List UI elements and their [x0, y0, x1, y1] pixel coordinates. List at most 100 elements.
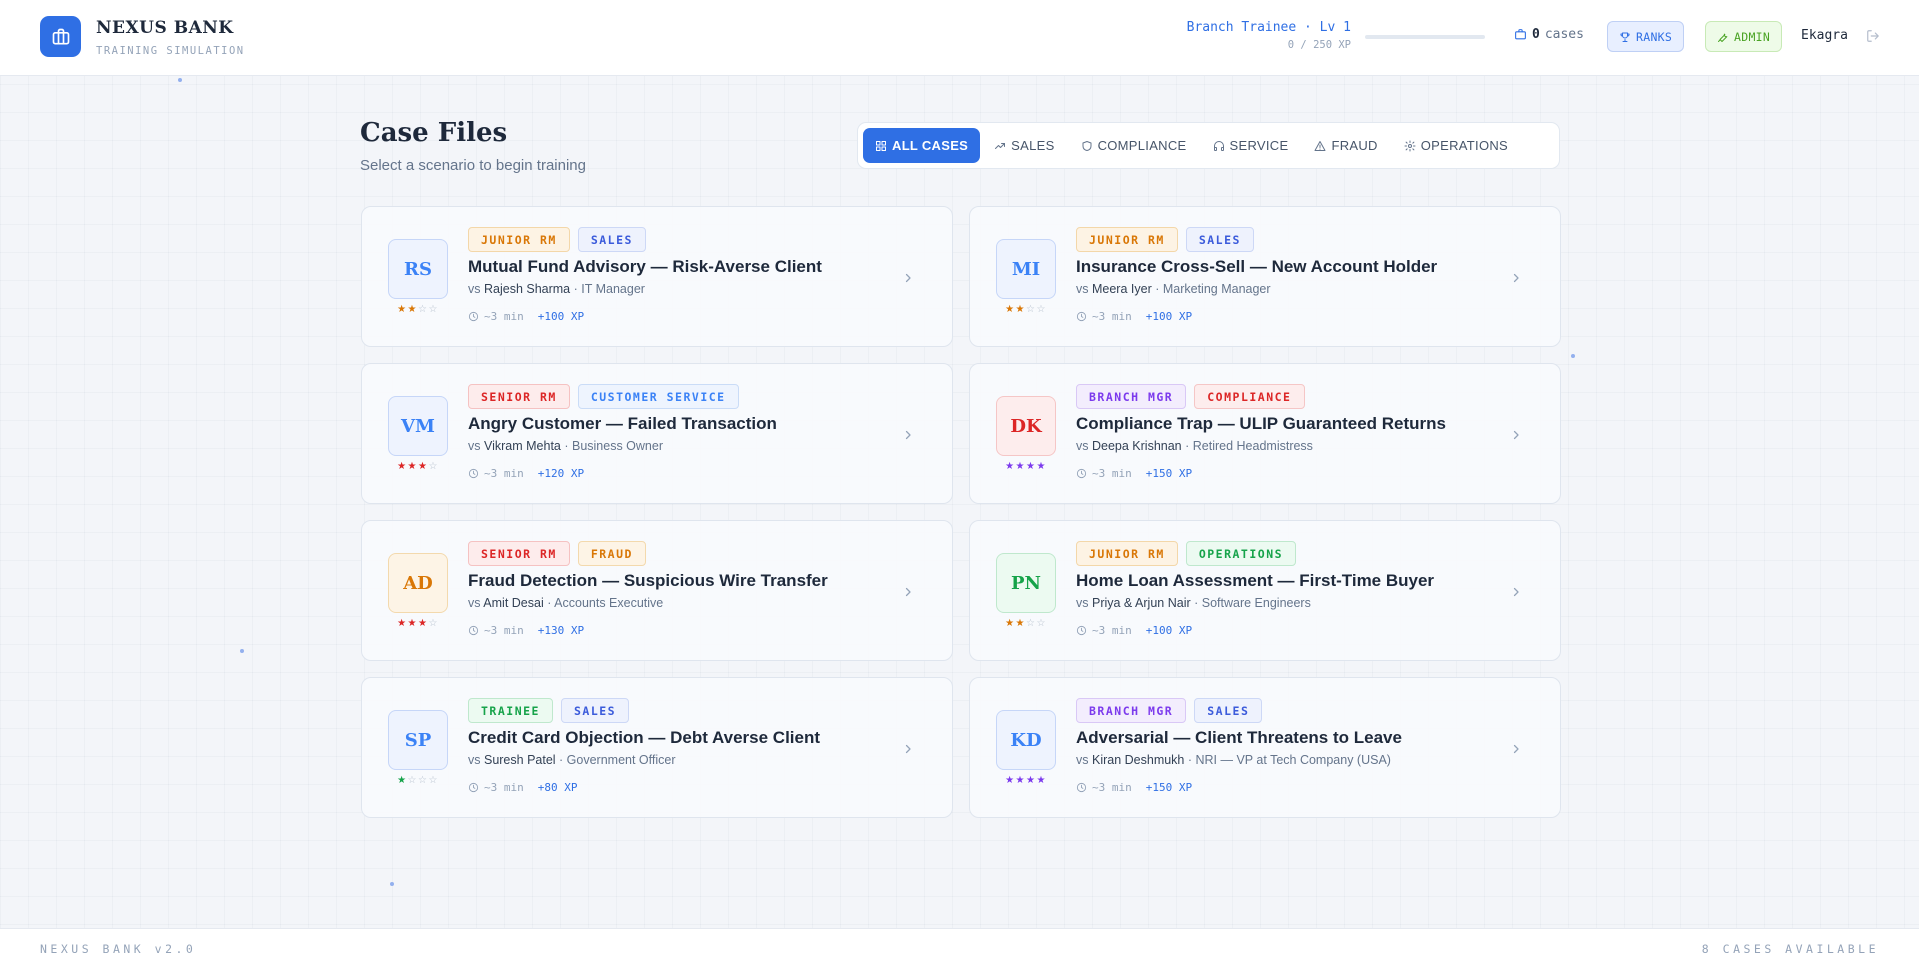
vs-label: vs	[1076, 596, 1089, 610]
duration: ~3 min	[1076, 467, 1132, 480]
ranks-button[interactable]: RANKS	[1607, 21, 1685, 52]
filter-tab-compliance[interactable]: COMPLIANCE	[1069, 128, 1199, 163]
case-card[interactable]: VM ★★★☆ SENIOR RM CUSTOMER SERVICE Angry Cus…	[361, 363, 953, 504]
client-role: · Business Owner	[560, 439, 663, 453]
admin-button[interactable]: ADMIN	[1705, 21, 1783, 52]
logout-icon[interactable]	[1866, 29, 1880, 48]
duration-label: ~3 min	[1092, 467, 1132, 480]
star-empty-icon: ☆	[1026, 618, 1037, 629]
client-role: · Accounts Executive	[543, 596, 664, 610]
difficulty-stars: ★★★★	[996, 461, 1056, 472]
case-title: Adversarial — Client Threatens to Leave	[1076, 728, 1402, 747]
client-name: Priya & Arjun Nair	[1091, 596, 1191, 610]
level-badge: JUNIOR RM	[468, 227, 570, 252]
case-card[interactable]: RS ★★☆☆ JUNIOR RM SALES Mutual Fund Advisory…	[361, 206, 953, 347]
category-badge: SALES	[1185, 227, 1254, 252]
star-filled-icon: ★	[1005, 304, 1016, 315]
trophy-icon	[1620, 32, 1630, 42]
client-name: Meera Iyer	[1091, 282, 1152, 296]
duration-label: ~3 min	[1092, 624, 1132, 637]
client-avatar: VM	[388, 396, 448, 456]
star-filled-icon: ★	[397, 304, 408, 315]
top-header: NEXUS BANK TRAINING SIMULATION Branch Tr…	[0, 0, 1919, 76]
filter-tab-sales[interactable]: SALES	[982, 128, 1066, 163]
xp-reward: +100 XP	[537, 310, 585, 323]
clock-icon	[1076, 782, 1087, 793]
case-card[interactable]: PN ★★☆☆ JUNIOR RM OPERATIONS Home Loan Asses…	[969, 520, 1561, 661]
xp-reward: +80 XP	[537, 781, 578, 794]
page-title: Case Files	[360, 118, 508, 148]
star-filled-icon: ★	[397, 461, 408, 472]
chevron-right-icon	[1510, 428, 1522, 446]
client-info: vs Amit Desai · Accounts Executive	[468, 596, 663, 610]
chevron-right-icon	[1510, 585, 1522, 603]
client-role: · IT Manager	[570, 282, 645, 296]
category-badge: FRAUD	[577, 541, 646, 566]
card-badges: BRANCH MGR COMPLIANCE	[1076, 384, 1305, 409]
difficulty-stars: ★☆☆☆	[388, 775, 448, 786]
duration: ~3 min	[1076, 781, 1132, 794]
level-badge: SENIOR RM	[468, 541, 570, 566]
star-filled-icon: ★	[1015, 775, 1026, 786]
client-role: · Marketing Manager	[1151, 282, 1271, 296]
star-empty-icon: ☆	[1026, 304, 1037, 315]
star-empty-icon: ☆	[418, 775, 429, 786]
filter-tab-operations[interactable]: OPERATIONS	[1392, 128, 1520, 163]
level-badge: JUNIOR RM	[1076, 541, 1178, 566]
filter-tab-all-cases[interactable]: ALL CASES	[863, 128, 981, 163]
rank-title: Branch Trainee · Lv 1	[1186, 20, 1351, 35]
star-filled-icon: ★	[1005, 618, 1016, 629]
clock-icon	[1076, 625, 1087, 636]
case-card[interactable]: AD ★★★☆ SENIOR RM FRAUD Fraud Detection — Su…	[361, 520, 953, 661]
vs-label: vs	[468, 596, 481, 610]
case-card[interactable]: DK ★★★★ BRANCH MGR COMPLIANCE Compliance Tra…	[969, 363, 1561, 504]
duration: ~3 min	[1076, 310, 1132, 323]
duration-label: ~3 min	[484, 467, 524, 480]
case-card[interactable]: SP ★☆☆☆ TRAINEE SALES Credit Card Objection …	[361, 677, 953, 818]
chevron-right-icon	[902, 271, 914, 289]
particle-dot	[390, 882, 394, 886]
category-filter-bar: ALL CASES SALES COMPLIANCE SERVICE FRAUD OPER…	[857, 122, 1560, 169]
client-name: Suresh Patel	[483, 753, 556, 767]
case-card[interactable]: KD ★★★★ BRANCH MGR SALES Adversarial — Clien…	[969, 677, 1561, 818]
category-badge: COMPLIANCE	[1194, 384, 1305, 409]
cases-count-label: cases	[1544, 27, 1584, 42]
clock-icon	[468, 782, 479, 793]
card-badges: SENIOR RM FRAUD	[468, 541, 646, 566]
duration-label: ~3 min	[484, 624, 524, 637]
difficulty-stars: ★★★☆	[388, 618, 448, 629]
star-filled-icon: ★	[1026, 775, 1037, 786]
xp-progress-bar	[1365, 35, 1485, 39]
filter-tab-label: FRAUD	[1331, 138, 1378, 153]
vs-label: vs	[468, 439, 481, 453]
client-name: Amit Desai	[483, 596, 544, 610]
chevron-right-icon	[902, 742, 914, 760]
client-avatar: SP	[388, 710, 448, 770]
case-meta: ~3 min +100 XP	[1076, 624, 1192, 637]
xp-reward: +100 XP	[1145, 310, 1193, 323]
case-card[interactable]: MI ★★☆☆ JUNIOR RM SALES Insurance Cross-Sell…	[969, 206, 1561, 347]
client-avatar: DK	[996, 396, 1056, 456]
client-name: Kiran Deshmukh	[1091, 753, 1185, 767]
clock-icon	[1076, 468, 1087, 479]
category-badge: SALES	[577, 227, 646, 252]
brand-title: NEXUS BANK	[96, 18, 234, 38]
vs-label: vs	[1076, 439, 1089, 453]
difficulty-stars: ★★★☆	[388, 461, 448, 472]
admin-label: ADMIN	[1734, 29, 1771, 44]
vs-label: vs	[468, 282, 481, 296]
chevron-right-icon	[902, 428, 914, 446]
star-filled-icon: ★	[418, 618, 429, 629]
filter-tab-service[interactable]: SERVICE	[1201, 128, 1301, 163]
level-badge: TRAINEE	[468, 698, 553, 723]
filter-tab-label: OPERATIONS	[1420, 138, 1509, 153]
shield-icon	[1082, 140, 1092, 151]
particle-dot	[1571, 354, 1575, 358]
client-avatar: RS	[388, 239, 448, 299]
filter-tab-fraud[interactable]: FRAUD	[1302, 128, 1389, 163]
difficulty-stars: ★★☆☆	[996, 618, 1056, 629]
duration: ~3 min	[468, 781, 524, 794]
star-empty-icon: ☆	[1036, 304, 1047, 315]
vs-label: vs	[1076, 282, 1089, 296]
briefcase-icon	[1515, 29, 1526, 40]
